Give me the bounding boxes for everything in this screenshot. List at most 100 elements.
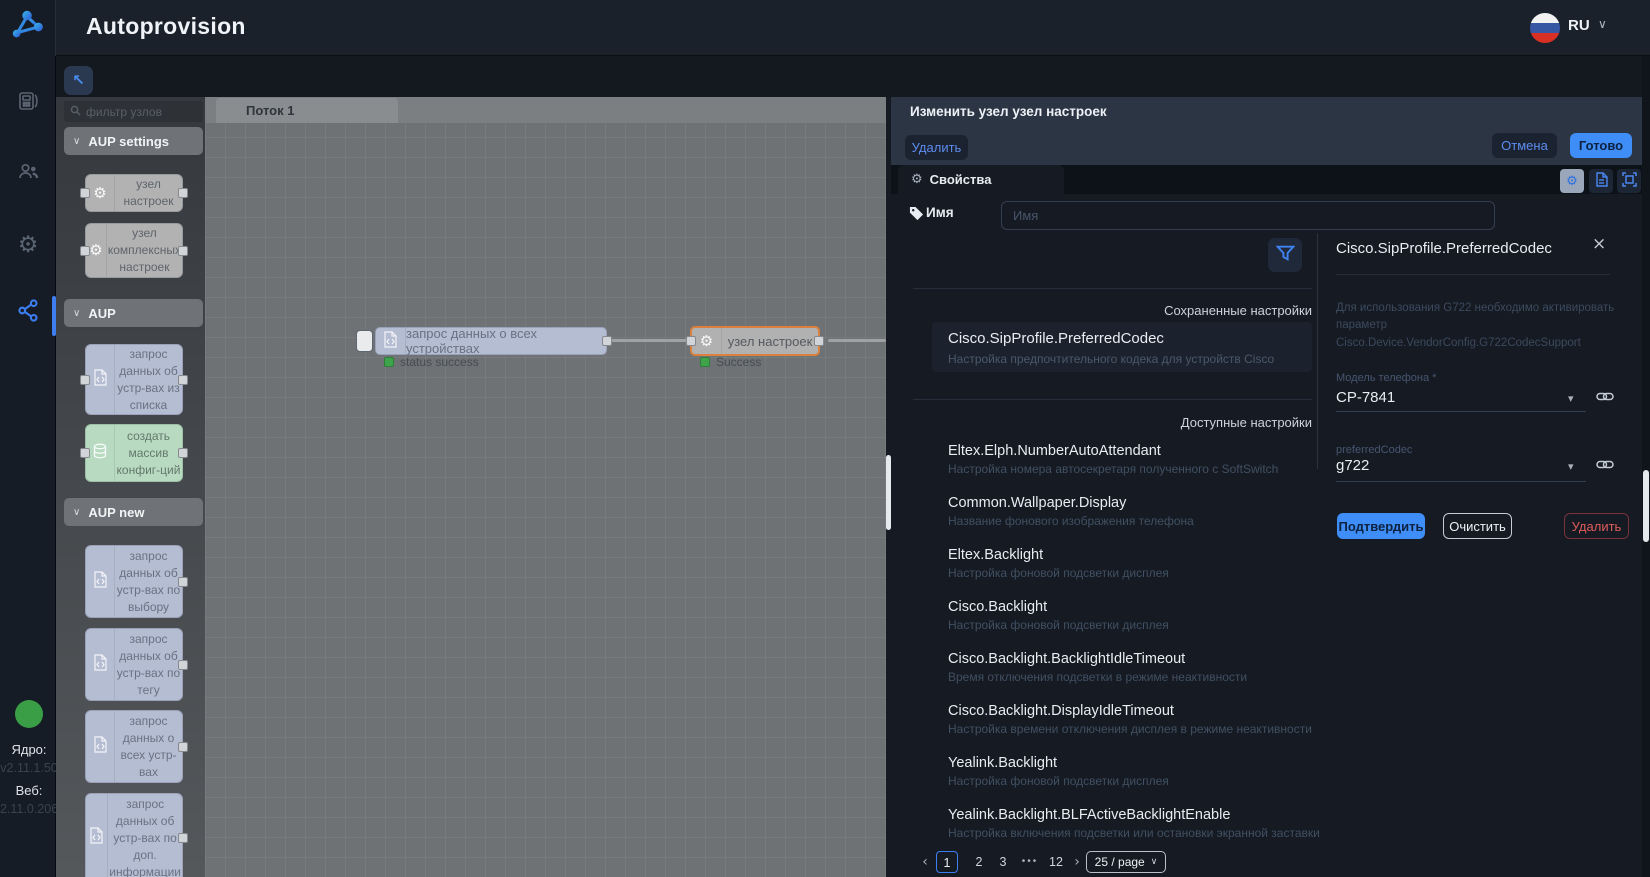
name-input[interactable]: [1001, 201, 1495, 230]
node-status: status success: [400, 355, 479, 369]
flow-tab[interactable]: Поток 1: [216, 98, 398, 123]
panel-resize-handle[interactable]: [886, 455, 891, 530]
pagination-page-3[interactable]: 3: [992, 851, 1014, 873]
divider: [913, 399, 1312, 400]
flow-canvas[interactable]: [205, 97, 886, 877]
palette-node[interactable]: создать массив конфиг-ций: [85, 424, 183, 482]
link-icon[interactable]: [1596, 458, 1614, 474]
pagination-page-1[interactable]: 1: [936, 851, 958, 873]
sidebar-item-users[interactable]: [0, 158, 56, 188]
setting-description: Настройка предпочтительного кодека для у…: [948, 352, 1274, 366]
file-code-icon: [93, 736, 108, 758]
wire[interactable]: [828, 339, 886, 342]
cancel-button[interactable]: Отмена: [1492, 133, 1557, 158]
confirm-button[interactable]: Подтвердить: [1337, 513, 1425, 539]
node-port-right[interactable]: [814, 336, 824, 346]
web-version: 2.11.0.206: [0, 802, 58, 816]
setting-detail-title: Cisco.SipProfile.PreferredCodec: [1336, 240, 1552, 257]
model-field-label: Модель телефона *: [1336, 372, 1436, 384]
flow-node-settings-selected[interactable]: ⚙ узел настроек: [690, 326, 820, 356]
palette-group-aup[interactable]: ∨ AUP: [64, 299, 203, 327]
setting-name[interactable]: Eltex.Elph.NumberAutoAttendant: [948, 443, 1161, 459]
properties-view-button[interactable]: ⚙: [1560, 169, 1584, 193]
setting-name[interactable]: Cisco.Backlight: [948, 599, 1047, 615]
file-code-icon: [93, 369, 108, 391]
setting-description: Настройка фоновой подсветки дисплея: [948, 566, 1169, 580]
node-trigger-button[interactable]: [356, 330, 373, 352]
sidebar-item-devices[interactable]: [0, 88, 56, 118]
pagination-page-2[interactable]: 2: [968, 851, 990, 873]
dropdown-caret-icon[interactable]: ▾: [1568, 460, 1574, 473]
appearance-view-button[interactable]: [1617, 169, 1641, 193]
tab-properties[interactable]: ⚙ Свойства: [898, 165, 1064, 194]
setting-description: Настройка номера автосекретаря полученно…: [948, 462, 1278, 476]
setting-name[interactable]: Yealink.Backlight: [948, 755, 1057, 771]
funnel-icon: [1276, 245, 1295, 265]
clear-button[interactable]: Очистить: [1443, 513, 1512, 539]
palette-node[interactable]: запрос данных об устр-вах по выбору: [85, 545, 183, 618]
wire[interactable]: [611, 339, 687, 342]
status-dot: [15, 700, 43, 728]
delete-setting-button[interactable]: Удалить: [1564, 513, 1629, 539]
database-icon: [92, 443, 108, 464]
file-code-icon: [93, 571, 108, 593]
pagination-prev[interactable]: ‹: [918, 851, 932, 873]
setting-description: Настройка включения подсветки или остано…: [948, 826, 1320, 840]
scrollbar-thumb[interactable]: [1643, 470, 1649, 542]
node-port-right[interactable]: [602, 336, 612, 346]
close-icon[interactable]: ×: [1592, 236, 1606, 253]
gear-icon: ⚙: [1566, 174, 1578, 189]
app-logo[interactable]: [0, 0, 56, 56]
field-underline: [1336, 481, 1586, 482]
palette-node[interactable]: ⚙ узел комплексных настроек: [85, 223, 183, 278]
sidebar-item-flows[interactable]: [0, 298, 56, 328]
search-icon: [70, 103, 81, 121]
palette-group-aup-new[interactable]: ∨ AUP new: [64, 498, 203, 526]
setting-description: Настройка фоновой подсветки дисплея: [948, 618, 1169, 632]
palette-node[interactable]: ⚙ узел настроек: [85, 174, 183, 212]
palette-filter-input[interactable]: [86, 105, 197, 119]
setting-name[interactable]: Cisco.Backlight.BacklightIdleTimeout: [948, 651, 1185, 667]
codec-select[interactable]: g722: [1336, 457, 1369, 474]
language-selector[interactable]: RU: [1568, 17, 1590, 34]
chevron-down-icon: ∨: [73, 507, 80, 518]
link-icon[interactable]: [1596, 390, 1614, 406]
select-tool-button[interactable]: ↖: [64, 66, 93, 95]
description-view-button[interactable]: [1589, 169, 1613, 193]
top-bar: [0, 0, 1650, 56]
palette-group-aup-settings[interactable]: ∨ AUP settings: [64, 127, 203, 155]
palette-node[interactable]: запрос данных об устр-вах из списка: [85, 344, 183, 415]
scrollbar-track[interactable]: [1642, 56, 1650, 877]
node-port-left[interactable]: [686, 336, 696, 346]
web-label: Веб:: [0, 783, 58, 798]
flow-node-request-all-devices[interactable]: запрос данных о всех устройствах: [375, 327, 607, 355]
delete-node-button[interactable]: Удалить: [905, 135, 968, 160]
dropdown-caret-icon[interactable]: ▾: [1568, 392, 1574, 405]
setting-name[interactable]: Cisco.Backlight.DisplayIdleTimeout: [948, 703, 1174, 719]
node-status: Success: [716, 355, 761, 369]
filter-settings-button[interactable]: [1268, 238, 1302, 272]
chevron-down-icon: ∨: [73, 308, 80, 319]
document-icon: [1595, 172, 1608, 190]
node-port-right: [178, 577, 188, 587]
sidebar-item-settings[interactable]: ⚙: [0, 230, 56, 260]
model-select[interactable]: CP-7841: [1336, 389, 1395, 406]
palette-node[interactable]: запрос данных о всех устр-вах: [85, 710, 183, 783]
done-button[interactable]: Готово: [1570, 133, 1632, 158]
editor-toolbar: [56, 56, 1650, 97]
palette-node[interactable]: запрос данных об устр-вах по доп. информ…: [85, 793, 183, 877]
saved-settings-header: Сохраненные настройки: [913, 303, 1312, 318]
page-size-select[interactable]: 25 / page ∨: [1086, 851, 1166, 873]
name-field-label: Имя: [926, 205, 954, 220]
pagination-next[interactable]: ›: [1070, 851, 1084, 873]
chevron-down-icon: ∨: [73, 136, 80, 147]
chevron-down-icon[interactable]: ∨: [1598, 17, 1607, 31]
pagination-ellipsis[interactable]: •••: [1016, 851, 1044, 873]
palette-node[interactable]: запрос данных об устр-вах по тегу: [85, 628, 183, 701]
setting-name[interactable]: Eltex.Backlight: [948, 547, 1043, 563]
pagination-page-12[interactable]: 12: [1044, 851, 1068, 873]
setting-name[interactable]: Common.Wallpaper.Display: [948, 495, 1126, 511]
setting-name[interactable]: Yealink.Backlight.BLFActiveBacklightEnab…: [948, 807, 1230, 823]
palette-filter[interactable]: [64, 101, 203, 122]
setting-name[interactable]: Cisco.SipProfile.PreferredCodec: [948, 330, 1164, 347]
